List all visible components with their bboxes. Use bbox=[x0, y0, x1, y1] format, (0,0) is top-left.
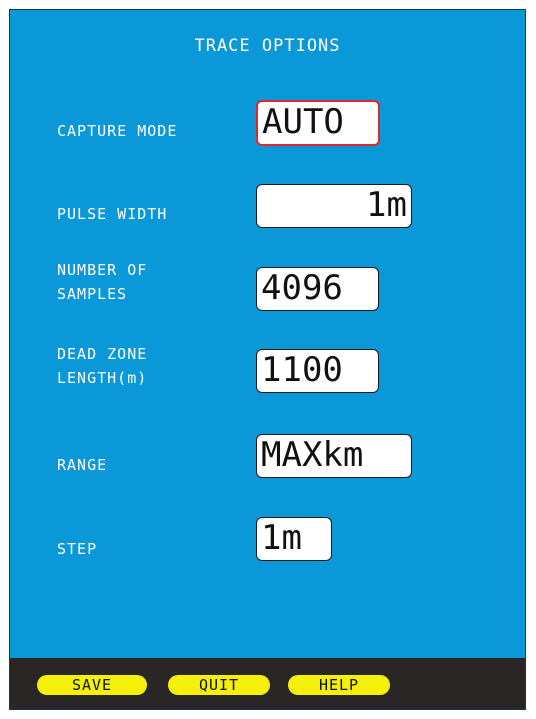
trace-options-screen: TRACE OPTIONS CAPTURE MODE AUTO PULSE WI… bbox=[9, 9, 526, 710]
step-label: STEP bbox=[57, 540, 98, 558]
help-button[interactable]: HELP bbox=[288, 675, 390, 695]
capture-mode-label: CAPTURE MODE bbox=[57, 122, 178, 140]
number-of-samples-label: NUMBER OF SAMPLES bbox=[57, 258, 147, 306]
screen-title: TRACE OPTIONS bbox=[194, 36, 341, 56]
step-field[interactable]: 1m bbox=[256, 517, 332, 561]
pulse-width-label: PULSE WIDTH bbox=[57, 205, 168, 223]
softkey-bar: SAVE QUIT HELP bbox=[10, 658, 525, 709]
pulse-width-field[interactable]: 1m bbox=[256, 184, 412, 228]
capture-mode-field[interactable]: AUTO bbox=[256, 100, 380, 146]
number-of-samples-label-line2: SAMPLES bbox=[57, 285, 128, 303]
range-field[interactable]: MAXkm bbox=[256, 434, 412, 478]
dead-zone-length-label-line2: LENGTH(m) bbox=[57, 369, 148, 387]
dead-zone-length-field[interactable]: 1100 bbox=[256, 349, 379, 393]
dead-zone-length-label-line1: DEAD ZONE bbox=[57, 345, 148, 363]
dead-zone-length-label: DEAD ZONE LENGTH(m) bbox=[57, 342, 147, 390]
quit-button[interactable]: QUIT bbox=[168, 675, 270, 695]
number-of-samples-label-line1: NUMBER OF bbox=[57, 261, 148, 279]
number-of-samples-field[interactable]: 4096 bbox=[256, 267, 379, 311]
save-button[interactable]: SAVE bbox=[37, 675, 147, 695]
range-label: RANGE bbox=[57, 456, 108, 474]
